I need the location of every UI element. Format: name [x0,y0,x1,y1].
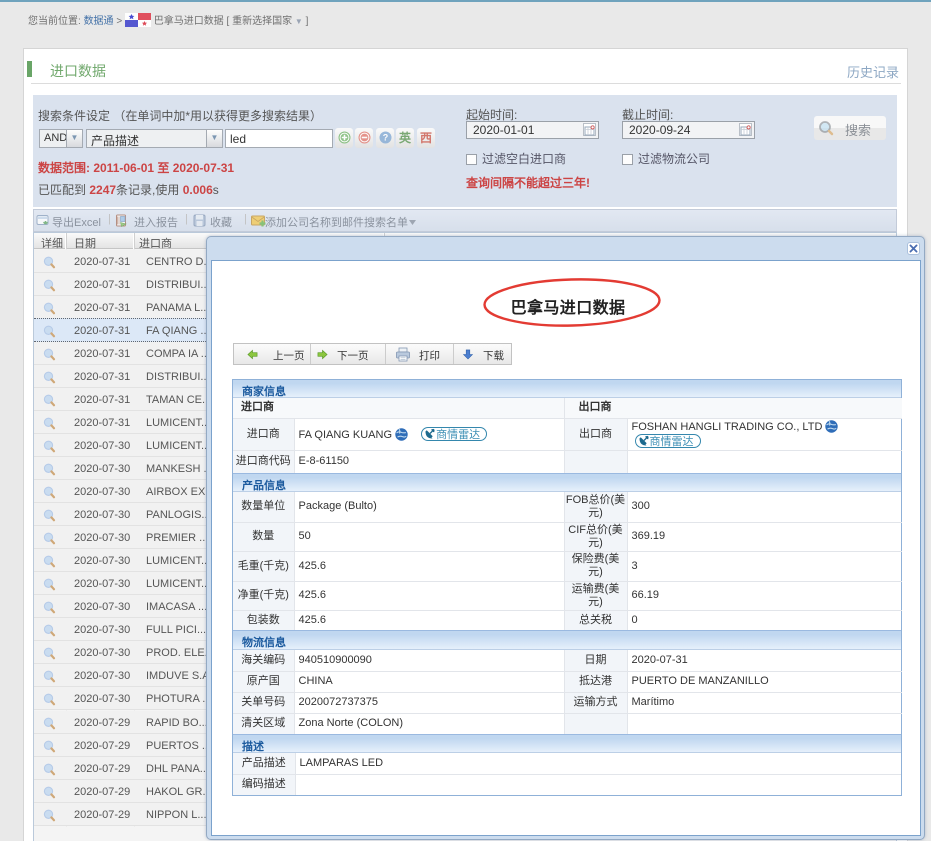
svg-text:?: ? [382,133,388,143]
